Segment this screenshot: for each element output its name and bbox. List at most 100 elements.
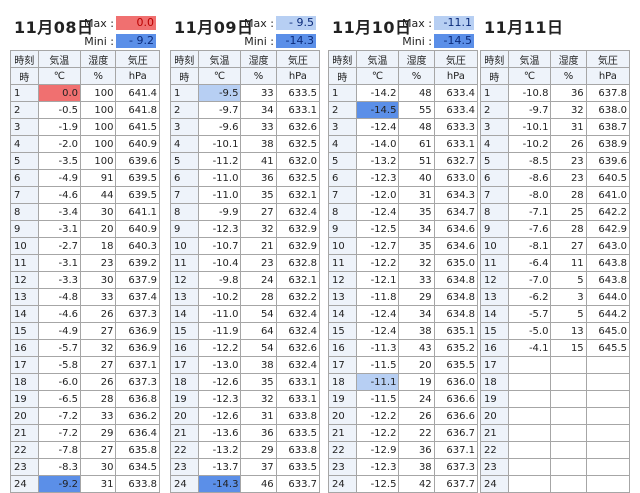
hour-cell: 20 xyxy=(170,407,199,425)
table-row: 10 -12.7 35 634.6 xyxy=(328,237,479,255)
hour-cell: 8 xyxy=(170,203,199,221)
column-header: 時刻 xyxy=(170,50,199,68)
table-header-row: 時刻 気温 湿度 気圧 xyxy=(328,50,479,68)
table-row: 17 xyxy=(480,356,631,374)
hour-cell: 1 xyxy=(480,84,509,102)
hour-cell: 3 xyxy=(328,118,357,136)
table-row: 22 xyxy=(480,441,631,459)
humidity-cell: 38 xyxy=(240,135,277,153)
temp-cell: -2.7 xyxy=(37,237,82,255)
hour-cell: 24 xyxy=(480,475,509,493)
humidity-cell: 32 xyxy=(398,254,435,272)
hour-cell: 2 xyxy=(10,101,39,119)
humidity-cell: 28 xyxy=(550,220,587,238)
pressure-cell: 633.8 xyxy=(275,441,321,459)
hour-cell: 6 xyxy=(480,169,509,187)
temp-cell: -12.6 xyxy=(197,407,242,425)
column-header: 時刻 xyxy=(328,50,357,68)
temp-cell xyxy=(507,424,552,442)
pressure-cell: 632.4 xyxy=(275,305,321,323)
temp-cell: -9.2 xyxy=(37,475,82,493)
hour-cell: 4 xyxy=(328,135,357,153)
temp-cell: -7.2 xyxy=(37,424,82,442)
hour-cell: 1 xyxy=(328,84,357,102)
hour-cell: 10 xyxy=(328,237,357,255)
table-row: 21 -13.6 36 633.5 xyxy=(170,424,321,442)
pressure-cell: 637.4 xyxy=(115,288,160,306)
table-row: 4 -2.0 100 640.9 xyxy=(10,135,160,153)
humidity-cell: 34 xyxy=(240,101,277,119)
column-header: 湿度 xyxy=(398,50,435,68)
pressure-cell: 633.4 xyxy=(433,84,479,102)
table-row: 11 -10.4 23 632.8 xyxy=(170,254,321,272)
humidity-cell: 91 xyxy=(80,169,117,187)
hour-cell: 7 xyxy=(10,186,39,204)
pressure-cell xyxy=(585,441,631,459)
humidity-cell: 29 xyxy=(398,288,435,306)
min-label: Mini : xyxy=(84,35,114,48)
humidity-cell: 28 xyxy=(240,288,277,306)
column-header: 時刻 xyxy=(480,50,509,68)
day-panel: 11月11日 時刻 気温 湿度 気圧時 ℃% hPa 1 -10.8 36 637.8 2 -9.7 32… xyxy=(480,0,631,493)
min-value: -14.3 xyxy=(276,34,316,48)
pressure-cell: 633.7 xyxy=(275,475,321,493)
hour-cell: 24 xyxy=(10,475,39,493)
pressure-cell xyxy=(585,424,631,442)
pressure-cell: 635.8 xyxy=(115,441,160,459)
hour-cell: 12 xyxy=(170,271,199,289)
pressure-cell: 633.0 xyxy=(433,169,479,187)
pressure-cell: 634.8 xyxy=(433,288,479,306)
table-row: 4 -14.0 61 633.1 xyxy=(328,135,479,153)
humidity-cell: 100 xyxy=(80,101,117,119)
temp-cell: -9.5 xyxy=(197,84,242,102)
pressure-cell: 633.5 xyxy=(275,84,321,102)
pressure-cell: 633.1 xyxy=(275,390,321,408)
pressure-cell: 632.9 xyxy=(275,220,321,238)
hour-cell: 14 xyxy=(10,305,39,323)
temp-cell: -10.4 xyxy=(197,254,242,272)
hour-cell: 11 xyxy=(170,254,199,272)
pressure-cell: 638.9 xyxy=(585,135,631,153)
pressure-cell: 640.3 xyxy=(115,237,160,255)
table-row: 22 -13.2 29 633.8 xyxy=(170,441,321,459)
table-row: 13 -6.2 3 644.0 xyxy=(480,288,631,306)
max-label: Max : xyxy=(402,17,432,30)
table-row: 9 -7.6 28 642.9 xyxy=(480,220,631,238)
table-header-row: 時刻 気温 湿度 気圧 xyxy=(10,50,160,68)
table-header-row: 時刻 気温 湿度 気圧 xyxy=(170,50,321,68)
humidity-cell xyxy=(550,356,587,374)
temp-cell: -5.8 xyxy=(37,356,82,374)
hour-cell: 16 xyxy=(328,339,357,357)
humidity-cell: 100 xyxy=(80,84,117,102)
temp-cell: -9.8 xyxy=(197,271,242,289)
table-row: 14 -11.0 54 632.4 xyxy=(170,305,321,323)
hour-cell: 7 xyxy=(480,186,509,204)
table-row: 11 -12.2 32 635.0 xyxy=(328,254,479,272)
temp-cell: -13.7 xyxy=(197,458,242,476)
temp-cell: -12.4 xyxy=(355,305,400,323)
temp-cell xyxy=(507,407,552,425)
hour-cell: 22 xyxy=(328,441,357,459)
humidity-cell: 100 xyxy=(80,135,117,153)
hour-cell: 5 xyxy=(480,152,509,170)
table-row: 15 -11.9 64 632.4 xyxy=(170,322,321,340)
pressure-cell: 636.8 xyxy=(115,390,160,408)
humidity-cell: 37 xyxy=(240,458,277,476)
pressure-cell xyxy=(585,390,631,408)
humidity-cell: 35 xyxy=(398,203,435,221)
pressure-cell: 641.0 xyxy=(585,186,631,204)
temp-cell: -4.9 xyxy=(37,169,82,187)
pressure-cell: 635.2 xyxy=(433,339,479,357)
hour-cell: 18 xyxy=(328,373,357,391)
table-row: 2 -9.7 34 633.1 xyxy=(170,101,321,119)
temp-cell: -10.1 xyxy=(507,118,552,136)
hour-cell: 1 xyxy=(170,84,199,102)
temp-cell: -12.0 xyxy=(355,186,400,204)
temp-cell: -0.5 xyxy=(37,101,82,119)
table-row: 24 xyxy=(480,475,631,493)
humidity-cell: 20 xyxy=(398,356,435,374)
hour-cell: 11 xyxy=(328,254,357,272)
table-row: 2 -14.5 55 633.4 xyxy=(328,101,479,119)
table-row: 17 -5.8 27 637.1 xyxy=(10,356,160,374)
pressure-cell: 634.8 xyxy=(433,305,479,323)
